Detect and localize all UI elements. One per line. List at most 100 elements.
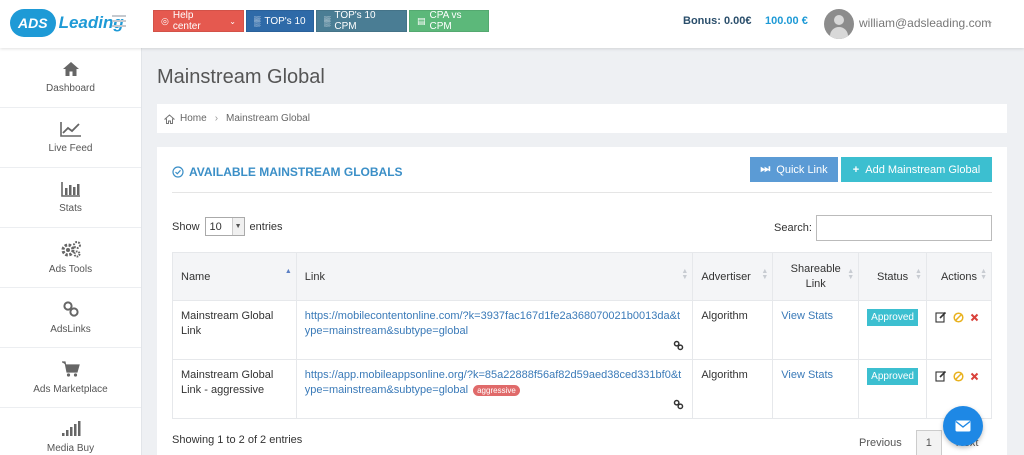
mainstream-globals-panel: AVAILABLE MAINSTREAM GLOBALS ⏭ Quick Lin… <box>157 147 1007 455</box>
search-label: Search: <box>774 222 812 234</box>
column-header-advertiser[interactable]: Advertiser ▲ ▼ <box>692 252 774 301</box>
cell-shareable: View Stats <box>772 359 860 419</box>
logo[interactable]: ADS Leading <box>10 9 124 37</box>
link-icon <box>62 301 79 317</box>
search-input[interactable] <box>816 215 992 241</box>
balance-amount: 100.00 € <box>765 15 808 27</box>
quick-link-button[interactable]: ⏭ Quick Link <box>750 157 838 182</box>
add-mainstream-global-button[interactable]: + Add Mainstream Global <box>841 157 992 182</box>
status-badge: Approved <box>867 368 918 385</box>
cell-status: Approved <box>858 359 927 419</box>
column-header-shareable-link[interactable]: Shareable Link ▲ ▼ <box>772 252 860 301</box>
aggressive-tag: aggressive <box>473 385 520 396</box>
column-header-name[interactable]: Name ▲ <box>172 252 297 301</box>
gears-icon <box>61 241 81 258</box>
cell-status: Approved <box>858 300 927 360</box>
disable-icon[interactable] <box>953 370 964 382</box>
link-icon[interactable] <box>673 340 684 351</box>
cell-advertiser: Algorithm <box>692 359 774 419</box>
breadcrumb: Home › Mainstream Global <box>157 104 1007 133</box>
sort-icon: ▲ ▼ <box>915 268 922 281</box>
edit-icon[interactable] <box>935 370 947 382</box>
sidebar-item-dashboard[interactable]: Dashboard <box>0 48 141 108</box>
view-stats-link[interactable]: View Stats <box>781 369 833 381</box>
envelope-icon <box>955 420 971 432</box>
chat-fab-button[interactable] <box>943 406 983 446</box>
chevron-down-icon[interactable]: ⌄ <box>986 16 994 27</box>
table-row: Mainstream Global Link https://mobilecon… <box>172 300 993 360</box>
sidebar-item-live-feed[interactable]: Live Feed <box>0 108 141 168</box>
sort-icon: ▲ ▼ <box>681 268 689 281</box>
top10-cpm-label: TOP's 10 CPM <box>334 10 376 32</box>
column-header-link[interactable]: Link ▲ ▼ <box>295 252 694 301</box>
status-badge: Approved <box>867 309 918 326</box>
sidebar-item-ads-marketplace[interactable]: Ads Marketplace <box>0 348 141 408</box>
check-circle-icon <box>172 166 184 178</box>
cell-name: Mainstream Global Link - aggressive <box>172 359 297 419</box>
edit-icon[interactable] <box>935 311 947 323</box>
headset-icon: ◎ <box>161 15 169 26</box>
chevron-down-icon: ⌄ <box>229 16 236 26</box>
top10-label: TOP's 10 <box>264 15 306 27</box>
fast-forward-icon: ⏭ <box>760 163 771 175</box>
column-header-status[interactable]: Status ▲ ▼ <box>858 252 927 301</box>
top10-cpm-button[interactable]: ▒ TOP's 10 CPM <box>316 10 407 32</box>
sort-icon: ▲ ▼ <box>847 268 855 281</box>
quick-link-label: Quick Link <box>776 163 828 176</box>
panel-title: AVAILABLE MAINSTREAM GLOBALS <box>172 165 403 179</box>
show-label: Show <box>172 220 200 233</box>
sidebar-item-ads-tools[interactable]: Ads Tools <box>0 228 141 288</box>
top10-button[interactable]: ▒ TOP's 10 <box>246 10 314 32</box>
cpa-vs-cpm-button[interactable]: ▤ CPA vs CPM <box>409 10 489 32</box>
signal-icon <box>61 421 80 436</box>
sidebar-item-label: Media Buy <box>46 443 95 454</box>
table-row: Mainstream Global Link - aggressive http… <box>172 359 993 419</box>
page-size-select[interactable]: 10 ▼ <box>204 217 245 236</box>
sort-asc-icon: ▲ <box>284 268 292 275</box>
row-link[interactable]: https://mobilecontentonline.com/?k=3937f… <box>305 310 680 337</box>
sidebar-item-label: Ads Tools <box>48 264 93 275</box>
sort-icon: ▲ ▼ <box>980 268 987 281</box>
disable-icon[interactable] <box>953 311 964 323</box>
cpa-vs-cpm-label: CPA vs CPM <box>429 10 462 32</box>
page-title: Mainstream Global <box>157 66 325 88</box>
avatar[interactable] <box>824 9 854 39</box>
column-header-actions[interactable]: Actions ▲ ▼ <box>925 252 993 301</box>
logo-badge: ADS <box>10 9 56 37</box>
home-icon <box>62 62 79 76</box>
sidebar-item-label: Dashboard <box>46 83 95 94</box>
delete-icon[interactable] <box>970 313 979 322</box>
cell-actions <box>925 300 993 360</box>
page-size-value: 10 <box>209 220 222 233</box>
bar-chart-icon: ▒ <box>324 16 331 26</box>
plus-icon: + <box>852 163 860 176</box>
help-center-button[interactable]: ◎ Help center ⌄ <box>153 10 244 32</box>
entries-summary: Showing 1 to 2 of 2 entries <box>172 434 303 446</box>
sidebar-item-adslinks[interactable]: AdsLinks <box>0 288 141 348</box>
delete-icon[interactable] <box>970 372 979 381</box>
cell-shareable: View Stats <box>772 300 860 360</box>
divider <box>172 192 992 193</box>
add-mainstream-global-label: Add Mainstream Global <box>865 163 981 176</box>
breadcrumb-current: Mainstream Global <box>226 113 310 124</box>
table-header-row: Name ▲ Link ▲ ▼ Advertiser ▲ ▼ Shareable Link… <box>172 252 993 301</box>
mainstream-globals-table: Name ▲ Link ▲ ▼ Advertiser ▲ ▼ Shareable Link… <box>172 252 993 419</box>
breadcrumb-home[interactable]: Home <box>180 113 207 124</box>
user-email[interactable]: william@adsleading.com <box>859 16 991 30</box>
cart-icon <box>61 361 80 377</box>
link-icon[interactable] <box>673 399 684 410</box>
sidebar-item-stats[interactable]: Stats <box>0 168 141 228</box>
breadcrumb-separator: › <box>214 113 219 124</box>
entries-label: entries <box>249 220 283 233</box>
page-1-button[interactable]: 1 <box>915 430 942 455</box>
sidebar-item-media-buy[interactable]: Media Buy <box>0 408 141 455</box>
menu-toggle-icon[interactable] <box>112 15 126 27</box>
panel-title-text: AVAILABLE MAINSTREAM GLOBALS <box>189 165 403 179</box>
help-center-label: Help center <box>172 10 201 32</box>
cell-link: https://app.mobileappsonline.org/?k=85a2… <box>295 359 694 419</box>
previous-page-button[interactable]: Previous <box>859 437 902 449</box>
sidebar: Dashboard Live Feed Stats Ads Tools AdsL… <box>0 48 142 455</box>
view-stats-link[interactable]: View Stats <box>781 310 833 322</box>
top-bar: ADS Leading ◎ Help center ⌄ ▒ TOP's 10 ▒… <box>0 0 1024 48</box>
cell-advertiser: Algorithm <box>692 300 774 360</box>
